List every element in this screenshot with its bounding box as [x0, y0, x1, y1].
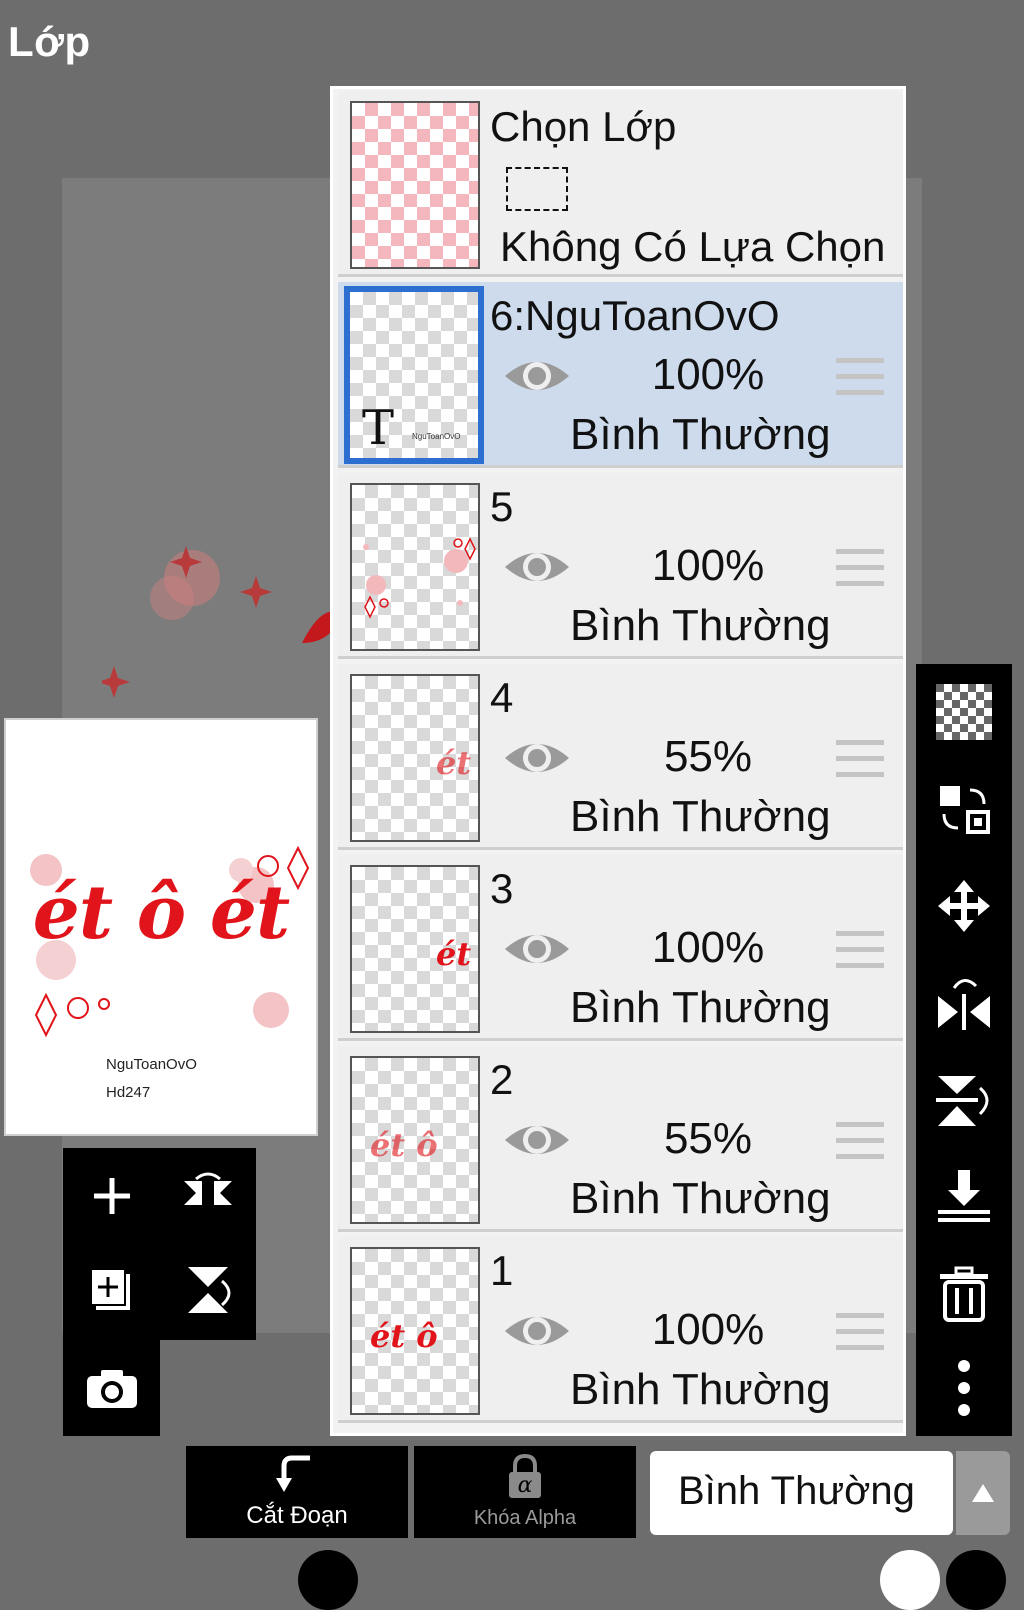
preview-signature-name: NguToanOvO [106, 1056, 197, 1073]
layer-thumb-text: ét [436, 935, 472, 973]
layer-blend-mode: Bình Thường [570, 1365, 831, 1414]
layer-row-3[interactable]: ét 3 100% Bình Thường [338, 855, 903, 1041]
caret-up-icon [972, 1484, 994, 1502]
clip-arrow-icon [276, 1455, 310, 1492]
camera-icon[interactable] [80, 1356, 144, 1420]
move-icon[interactable] [932, 874, 996, 938]
blend-mode-select[interactable]: Bình Thường [650, 1451, 953, 1535]
preview-artwork-text: ét ô ét [32, 870, 290, 956]
merge-down-icon[interactable] [932, 1164, 996, 1228]
visibility-eye-icon[interactable] [503, 1309, 571, 1358]
layer-row-1[interactable]: ét ô 1 100% Bình Thường [338, 1237, 903, 1423]
flip-horizontal-icon[interactable] [932, 970, 996, 1034]
blend-mode-expand-button[interactable] [956, 1451, 1010, 1535]
layer-thumbnail: ét [350, 674, 480, 842]
layer-row-5[interactable]: 5 100% Bình Thường [338, 473, 903, 659]
svg-text:α: α [518, 1473, 533, 1498]
layer-row-4[interactable]: ét 4 55% Bình Thường [338, 664, 903, 850]
more-icon[interactable] [932, 1356, 996, 1420]
selection-status: Không Có Lựa Chọn [500, 223, 886, 270]
drag-handle-icon[interactable] [836, 929, 884, 976]
text-layer-glyph: T [362, 400, 395, 456]
selection-thumbnail [350, 101, 480, 269]
layer-opacity[interactable]: 100% [638, 541, 778, 591]
transparency-checker-icon[interactable] [932, 680, 996, 744]
drag-handle-icon[interactable] [836, 738, 884, 785]
layer-name: 3 [490, 865, 514, 912]
layer-thumbnail: ét ô [350, 1247, 480, 1415]
visibility-eye-icon[interactable] [503, 927, 571, 976]
alpha-lock-button[interactable]: α Khóa Alpha [414, 1446, 636, 1538]
layer-blend-mode: Bình Thường [570, 1174, 831, 1223]
layer-tools-bar [916, 664, 1012, 1436]
layer-opacity[interactable]: 55% [638, 1114, 778, 1164]
canvas-sparkles [102, 546, 342, 698]
layer-blend-mode: Bình Thường [570, 792, 831, 841]
layer-opacity[interactable]: 100% [638, 1305, 778, 1355]
drag-handle-icon[interactable] [836, 547, 884, 594]
canvas-preview[interactable]: ét ô ét NguToanOvO Hd247 [4, 718, 318, 1136]
layer-name: 5 [490, 483, 514, 530]
layer-blend-mode: Bình Thường [570, 410, 831, 459]
layer-blend-mode: Bình Thường [570, 601, 831, 650]
visibility-eye-icon[interactable] [503, 1118, 571, 1167]
flip-vertical-icon[interactable] [932, 1068, 996, 1132]
layer-thumbnail: ét [350, 865, 480, 1033]
preview-signature-code: Hd247 [106, 1084, 151, 1101]
drag-handle-icon[interactable] [836, 356, 884, 403]
clip-button[interactable]: Cắt Đoạn [186, 1446, 408, 1538]
swap-layers-icon[interactable] [932, 776, 996, 840]
clip-label: Cắt Đoạn [246, 1502, 348, 1529]
flip-vertical-icon[interactable] [176, 1258, 240, 1322]
delete-icon[interactable] [932, 1262, 996, 1326]
drag-handle-icon[interactable] [836, 1120, 884, 1167]
bottom-control-dark-right[interactable] [946, 1550, 1006, 1610]
add-paper-layer-icon[interactable] [80, 1258, 144, 1322]
layer-blend-mode: Bình Thường [570, 983, 831, 1032]
layer-thumb-text: ét [436, 744, 472, 782]
layer-thumb-text: ét ô [370, 1317, 438, 1355]
alpha-lock-label: Khóa Alpha [473, 1507, 577, 1529]
layer-row-2[interactable]: ét ô 2 55% Bình Thường [338, 1046, 903, 1232]
selection-marquee-icon [506, 167, 568, 211]
layer-thumbnail [350, 483, 480, 651]
layer-thumb-text: ét ô [370, 1126, 438, 1164]
layer-thumbnail: ét ô [350, 1056, 480, 1224]
layer-opacity[interactable]: 55% [638, 732, 778, 782]
drag-handle-icon[interactable] [836, 1311, 884, 1358]
thumb-small-text: NguToanOvO [412, 432, 461, 441]
layer-name: 6:NguToanOvO [490, 292, 780, 339]
layer-name: 1 [490, 1247, 514, 1294]
layer-name: 2 [490, 1056, 514, 1103]
selection-layer-label: Chọn Lớp [490, 103, 677, 150]
layer-opacity[interactable]: 100% [638, 923, 778, 973]
visibility-eye-icon[interactable] [503, 545, 571, 594]
flip-horizontal-icon[interactable] [176, 1164, 240, 1228]
add-layer-icon[interactable] [80, 1164, 144, 1228]
selection-layer-row[interactable]: Chọn Lớp Không Có Lựa Chọn [338, 91, 903, 277]
visibility-eye-icon[interactable] [503, 736, 571, 785]
layer-thumbnail: T NguToanOvO [344, 286, 484, 464]
layer-name: 4 [490, 674, 514, 721]
visibility-eye-icon[interactable] [503, 354, 571, 403]
bottom-control-dark[interactable] [298, 1550, 358, 1610]
layer-opacity[interactable]: 100% [638, 350, 778, 400]
layer-row-6[interactable]: T NguToanOvO 6:NguToanOvO 100% Bình Thườ… [338, 282, 903, 468]
screen-title: Lớp [8, 18, 91, 65]
bottom-control-light[interactable] [880, 1550, 940, 1610]
layers-panel: Chọn Lớp Không Có Lựa Chọn T NguToanOvO … [330, 86, 906, 1436]
alpha-lock-icon: α [509, 1454, 541, 1498]
